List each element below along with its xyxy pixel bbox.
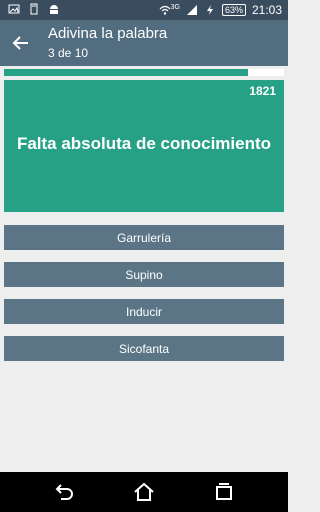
status-time: 21:03: [251, 3, 282, 17]
image-icon: [8, 4, 20, 14]
sd-card-icon: [30, 3, 38, 15]
score-label: 1821: [249, 84, 276, 98]
navigation-bar: [0, 472, 288, 512]
signal-icon: [186, 5, 197, 15]
option-button-3[interactable]: Inducir: [4, 299, 284, 324]
progress-fill: [4, 69, 248, 76]
app-bar: Adivina la palabra 3 de 10: [0, 20, 288, 66]
arrow-left-icon[interactable]: [10, 32, 32, 54]
status-bar: 3G 63% 21:03: [0, 0, 288, 20]
wifi-icon: [159, 5, 171, 15]
option-button-4[interactable]: Sicofanta: [4, 336, 284, 361]
recent-apps-icon[interactable]: [212, 480, 236, 504]
charging-icon: [206, 5, 213, 15]
network-type: 3G: [170, 3, 180, 11]
home-icon[interactable]: [132, 480, 156, 504]
definition-text: Falta absoluta de conocimiento: [16, 134, 272, 153]
option-button-1[interactable]: Garrulería: [4, 225, 284, 250]
progress-bar: [4, 69, 284, 76]
option-button-2[interactable]: Supino: [4, 262, 284, 287]
page-title: Adivina la palabra: [48, 25, 168, 42]
android-icon: [50, 5, 58, 14]
question-counter: 3 de 10: [48, 46, 89, 60]
battery-level: 63%: [221, 4, 246, 16]
question-card: 1821 Falta absoluta de conocimiento: [4, 80, 284, 212]
back-icon[interactable]: [52, 480, 76, 504]
